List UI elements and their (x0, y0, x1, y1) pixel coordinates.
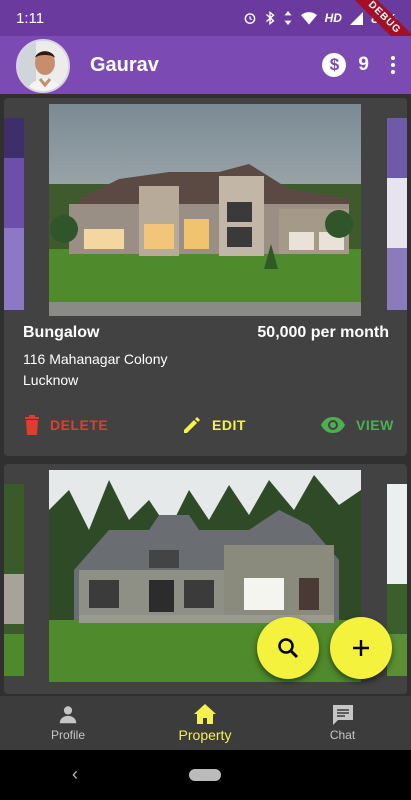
nav-label-profile: Profile (50, 728, 85, 742)
nav-item-property[interactable]: Property (136, 696, 274, 750)
property-address: 116 Mahanagar Colony Lucknow (23, 349, 389, 391)
status-bar: 1:11 HD 89% DEBUG (0, 0, 411, 63)
view-label: VIEW (356, 417, 394, 433)
home-icon (194, 704, 216, 724)
property-title-row: Bungalow 50,000 per month (23, 324, 389, 342)
edit-label: EDIT (212, 417, 246, 433)
eye-icon (321, 417, 345, 433)
card-actions: DELETE EDIT VIEW (4, 408, 407, 442)
person-icon (59, 706, 77, 724)
signal-icon (349, 11, 363, 25)
delete-label: DELETE (50, 417, 109, 433)
coin-count: 9 (358, 54, 369, 75)
property-price: 50,000 per month (257, 324, 389, 341)
search-icon (278, 638, 299, 659)
property-title: Bungalow (23, 324, 100, 341)
search-fab[interactable] (257, 617, 319, 679)
app-bar: Gaurav $ 9 (0, 36, 411, 94)
more-vert-icon[interactable] (391, 56, 395, 74)
property-card: Bungalow 50,000 per month 116 Mahanagar … (4, 98, 407, 456)
app-screen: 1:11 HD 89% DEBUG Gaurav $ 9 (0, 0, 411, 800)
status-time: 1:11 (16, 9, 45, 27)
alarm-icon (244, 13, 256, 24)
previous-image-peek (4, 118, 24, 310)
network-type: HD (324, 11, 342, 25)
bottom-navigation: Profile Property Chat (0, 696, 411, 750)
nav-item-chat[interactable]: Chat (274, 696, 411, 750)
nav-item-profile[interactable]: Profile (0, 696, 136, 750)
delete-button[interactable]: DELETE (24, 415, 108, 435)
nav-label-chat: Chat (329, 728, 356, 742)
plus-icon (353, 640, 369, 656)
user-name: Gaurav (90, 53, 159, 76)
home-pill[interactable] (189, 769, 221, 781)
edit-button[interactable]: EDIT (182, 415, 246, 435)
trash-icon (25, 415, 39, 435)
previous-image-peek (4, 484, 24, 676)
system-navigation-bar: ‹ (0, 750, 411, 800)
back-chevron-icon[interactable]: ‹ (72, 764, 78, 785)
image-carousel[interactable] (4, 104, 407, 316)
address-line-2: Lucknow (23, 372, 79, 388)
data-arrows-icon (284, 11, 292, 25)
property-photo[interactable] (49, 104, 361, 316)
coin-balance: $ 9 (322, 53, 369, 77)
avatar[interactable] (16, 39, 70, 93)
add-property-fab[interactable] (330, 617, 392, 679)
address-line-1: 116 Mahanagar Colony (23, 351, 168, 367)
pencil-icon (184, 417, 200, 433)
chat-icon (332, 705, 353, 725)
coin-icon: $ (322, 53, 347, 77)
next-image-peek (387, 118, 407, 310)
wifi-icon (300, 11, 317, 24)
bluetooth-icon (265, 11, 275, 25)
view-button[interactable]: VIEW (320, 416, 394, 434)
property-info: Bungalow 50,000 per month 116 Mahanagar … (23, 324, 389, 391)
nav-label-property: Property (178, 727, 232, 743)
